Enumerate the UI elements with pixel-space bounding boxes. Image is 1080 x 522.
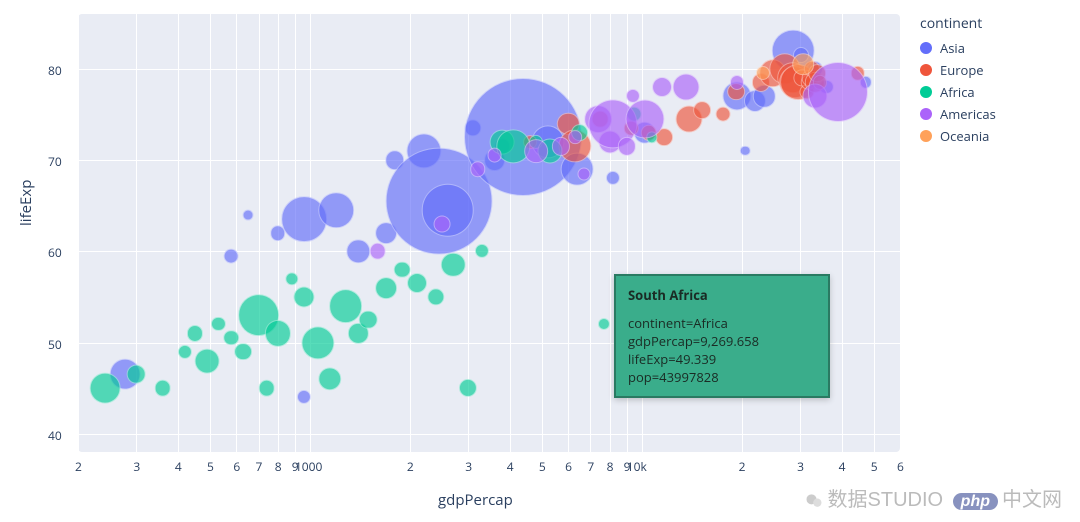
data-point[interactable] [154, 380, 171, 397]
data-point[interactable] [740, 146, 751, 157]
data-point[interactable] [625, 99, 664, 138]
y-tick: 60 [48, 244, 62, 261]
data-point[interactable] [487, 148, 502, 163]
x-tick-minor: 4 [175, 458, 182, 475]
x-tick-minor: 2 [407, 458, 414, 475]
x-tick-minor: 2 [739, 458, 746, 475]
data-point[interactable] [578, 167, 591, 180]
x-tick-minor: 8 [607, 458, 614, 475]
data-point[interactable] [441, 253, 466, 278]
data-point[interactable] [673, 74, 700, 101]
y-tick: 80 [48, 62, 62, 79]
x-tick-minor: 4 [507, 458, 514, 475]
x-tick-minor: 9 [292, 458, 299, 475]
legend-label: Europe [940, 61, 984, 79]
data-point[interactable] [294, 286, 315, 307]
data-point[interactable] [89, 373, 120, 404]
legend-item-americas[interactable]: Americas [920, 105, 996, 123]
y-tick: 40 [48, 427, 62, 444]
legend-swatch [920, 64, 932, 76]
data-point[interactable] [359, 310, 378, 329]
data-point[interactable] [434, 215, 451, 232]
x-tick-minor: 5 [207, 458, 214, 475]
watermark: 数据STUDIO php中文网 [804, 483, 1062, 512]
x-tick-minor: 6 [897, 458, 904, 475]
hover-country: South Africa [628, 286, 816, 304]
x-axis-title: gdpPercap [438, 490, 513, 510]
data-point[interactable] [195, 348, 220, 373]
legend-label: Americas [940, 105, 996, 123]
legend-item-africa[interactable]: Africa [920, 83, 996, 101]
data-point[interactable] [808, 62, 868, 122]
legend-title: continent [920, 14, 996, 33]
x-tick-minor: 3 [797, 458, 804, 475]
x-tick-minor: 5 [539, 458, 546, 475]
data-point[interactable] [242, 209, 253, 220]
legend-swatch [920, 86, 932, 98]
x-tick-minor: 7 [587, 458, 594, 475]
y-tick: 70 [48, 153, 62, 170]
data-point[interactable] [524, 139, 548, 163]
data-point[interactable] [652, 77, 672, 97]
data-point[interactable] [716, 107, 731, 122]
hover-line: pop=43997828 [628, 368, 816, 386]
x-tick-minor: 9 [624, 458, 631, 475]
hover-tooltip: South Africa continent=Africa gdpPercap=… [614, 274, 830, 398]
x-tick-minor: 2 [75, 458, 82, 475]
x-tick-minor: 3 [465, 458, 472, 475]
legend-item-oceania[interactable]: Oceania [920, 127, 996, 145]
hover-line: continent=Africa [628, 314, 816, 332]
data-point[interactable] [224, 330, 240, 346]
data-point[interactable] [258, 380, 275, 397]
legend-item-europe[interactable]: Europe [920, 61, 996, 79]
data-point[interactable] [568, 130, 582, 144]
legend-label: Africa [940, 83, 975, 101]
x-tick-minor: 6 [565, 458, 572, 475]
legend-label: Oceania [940, 127, 989, 145]
data-point[interactable] [407, 273, 427, 293]
x-tick-minor: 8 [275, 458, 282, 475]
data-point[interactable] [234, 343, 252, 361]
data-point[interactable] [376, 277, 398, 299]
legend-item-asia[interactable]: Asia [920, 39, 996, 57]
x-tick-minor: 5 [871, 458, 878, 475]
data-point[interactable] [329, 289, 363, 323]
data-point[interactable] [470, 161, 486, 177]
y-tick: 50 [48, 336, 62, 353]
legend-swatch [920, 108, 932, 120]
data-point[interactable] [394, 261, 411, 278]
x-tick-major: 1000 [295, 458, 322, 475]
data-point[interactable] [224, 248, 239, 263]
x-tick-minor: 4 [839, 458, 846, 475]
data-point[interactable] [127, 365, 146, 384]
x-tick-minor: 3 [133, 458, 140, 475]
y-axis-title: lifeExp [16, 180, 36, 226]
legend-label: Asia [940, 39, 965, 57]
legend-swatch [920, 42, 932, 54]
hover-line: lifeExp=49.339 [628, 350, 816, 368]
legend-swatch [920, 130, 932, 142]
data-point[interactable] [693, 101, 711, 119]
data-point[interactable] [318, 192, 354, 228]
hover-line: gdpPercap=9,269.658 [628, 332, 816, 350]
data-point[interactable] [793, 53, 815, 75]
legend: continent Asia Europe Africa Americas Oceani… [920, 14, 996, 149]
x-tick-minor: 6 [233, 458, 240, 475]
data-point[interactable] [369, 243, 386, 260]
x-tick-minor: 7 [256, 458, 263, 475]
